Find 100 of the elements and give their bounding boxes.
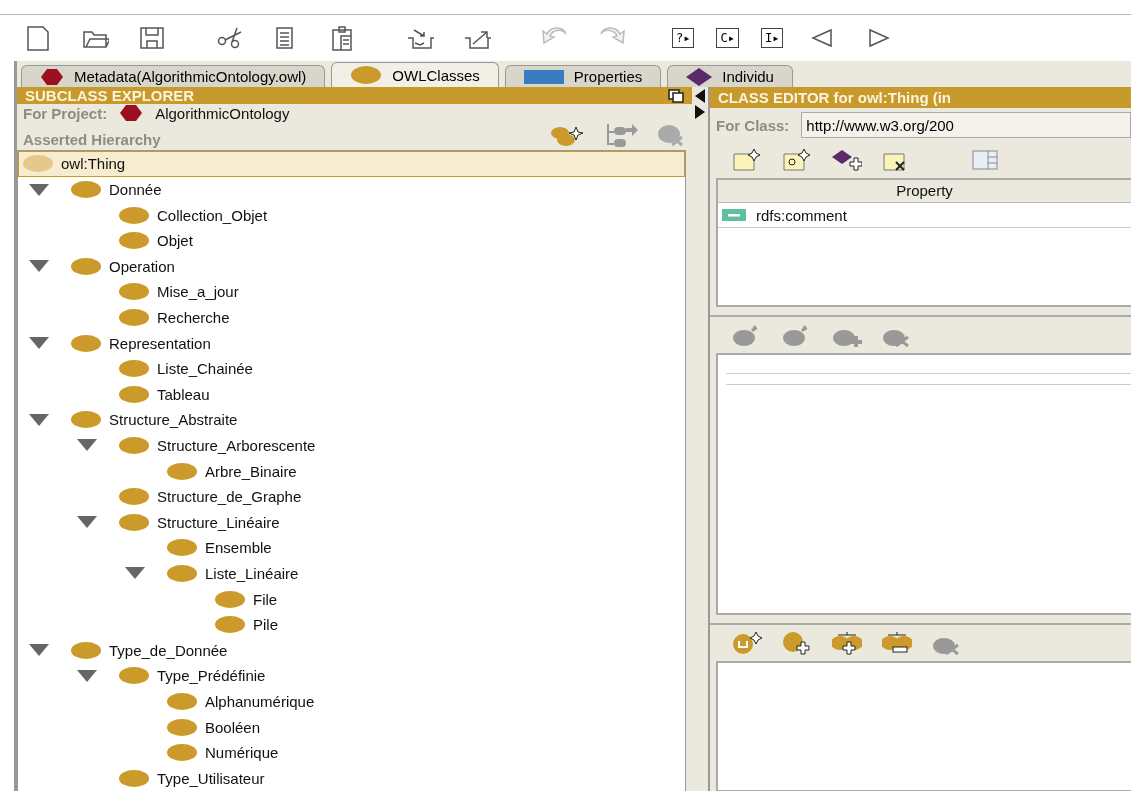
diamond-icon — [686, 67, 713, 86]
tree-row[interactable]: Collection_Objet — [18, 202, 685, 228]
class-name: Pile — [253, 616, 278, 634]
table-cell: rdfs:comment — [756, 206, 847, 224]
tree-row[interactable]: File — [18, 586, 685, 612]
tree-row[interactable]: Operation — [18, 253, 685, 280]
expanded-triangle-icon[interactable] — [125, 567, 145, 580]
tree-row[interactable]: owl:Thing — [18, 151, 685, 177]
class-icon — [215, 616, 245, 634]
tree-row[interactable]: Type_Prédéfinie — [18, 663, 685, 689]
tree-row[interactable]: Numérique — [18, 739, 685, 766]
expanded-triangle-icon[interactable] — [29, 260, 49, 273]
class-icon — [71, 181, 101, 199]
class-name: Recherche — [157, 309, 230, 326]
class-name: Liste_Chainée — [157, 360, 253, 378]
class-name: Donnée — [109, 181, 162, 199]
add-property-icon[interactable] — [832, 148, 862, 172]
tree-row[interactable]: Booléen — [18, 714, 685, 740]
class-name: Ensemble — [205, 539, 272, 557]
tree-row[interactable]: Objet — [18, 227, 685, 254]
panel-title: SUBCLASS EXPLORER — [25, 87, 195, 104]
add-class-icon[interactable] — [782, 631, 812, 655]
add-note-icon[interactable] — [732, 148, 762, 172]
tree-row[interactable]: Arbre_Binaire — [18, 458, 685, 484]
class-name: Type_Utilisateur — [157, 769, 265, 787]
class-name: owl:Thing — [61, 155, 126, 173]
class-icon — [119, 385, 149, 403]
class-icon — [167, 744, 197, 762]
remove-union-icon[interactable] — [882, 631, 912, 655]
class-icon — [71, 257, 101, 275]
tree-row[interactable]: Alphanumérique — [18, 688, 685, 715]
class-icon — [119, 206, 149, 224]
class-label: For Class: — [716, 116, 790, 134]
circle-icon — [350, 65, 383, 85]
class-name: Arbre_Binaire — [205, 462, 297, 480]
tree-row[interactable]: Recherche — [18, 304, 685, 331]
tree-row[interactable]: Mise_a_jour — [18, 279, 685, 305]
class-icon — [119, 437, 149, 454]
annotation-property-icon — [722, 209, 746, 221]
expanded-triangle-icon[interactable] — [77, 516, 97, 529]
toolbar-button[interactable]: ?▸ — [672, 28, 695, 48]
class-name: Type_de_Donnée — [109, 641, 228, 659]
expanded-triangle-icon[interactable] — [77, 439, 97, 452]
tree-row[interactable]: Pile — [18, 611, 685, 638]
save-icon[interactable] — [138, 24, 166, 52]
tree-row[interactable]: Liste_Chainée — [18, 355, 685, 382]
class-name: Objet — [157, 232, 193, 250]
class-name: Structure_Abstraite — [109, 411, 238, 429]
expanded-triangle-icon[interactable] — [77, 669, 97, 682]
expanded-triangle-icon[interactable] — [29, 644, 49, 657]
tab[interactable]: Properties — [504, 65, 662, 87]
tree-row[interactable]: Structure_Arborescente — [18, 432, 685, 459]
add-union-icon[interactable] — [832, 631, 862, 655]
toolbar-button[interactable]: C▸ — [716, 28, 739, 48]
class-name: Structure_Arborescente — [157, 437, 316, 454]
create-class-icon[interactable] — [732, 631, 762, 655]
tree-row[interactable]: Structure_Abstraite — [18, 407, 685, 433]
panel-title: CLASS EDITOR for owl:Thing (in — [718, 89, 952, 106]
new-file-icon[interactable] — [24, 24, 52, 52]
tab[interactable]: Individu — [667, 65, 793, 87]
rectangle-icon — [523, 69, 564, 84]
class-name: Collection_Objet — [157, 206, 268, 224]
class-name: Operation — [109, 257, 175, 275]
expand-right-icon[interactable] — [695, 105, 705, 119]
class-icon — [119, 513, 149, 531]
class-name: Alphanumérique — [205, 692, 315, 710]
hierarchy-label: Asserted Hierarchy — [23, 131, 161, 149]
collapse-left-icon[interactable] — [695, 89, 705, 103]
expanded-triangle-icon[interactable] — [29, 413, 49, 426]
column-header[interactable]: Property — [718, 180, 1131, 203]
class-name: Mise_a_jour — [157, 283, 239, 301]
restore-window-icon[interactable] — [668, 88, 684, 103]
tree-row[interactable]: Structure_Linéaire — [18, 509, 685, 536]
class-icon — [119, 360, 149, 378]
tab[interactable]: OWLClasses — [331, 62, 499, 87]
tree-row[interactable]: Structure_de_Graphe — [18, 483, 685, 510]
class-icon — [167, 462, 197, 480]
expanded-triangle-icon[interactable] — [29, 183, 49, 196]
class-icon — [119, 283, 149, 301]
class-icon — [119, 667, 149, 685]
class-name: Structure_de_Graphe — [157, 488, 302, 506]
class-name: Type_Prédéfinie — [157, 667, 266, 685]
tree-row[interactable]: Representation — [18, 330, 685, 356]
class-icon — [71, 641, 101, 659]
expanded-triangle-icon[interactable] — [29, 337, 49, 350]
tree-row[interactable]: Type_Utilisateur — [18, 765, 685, 791]
class-icon — [23, 155, 53, 173]
project-name: AlgorithmicOntology — [155, 104, 290, 122]
tab[interactable]: Metadata(AlgorithmicOntology.owl) — [21, 65, 326, 87]
toolbar-button[interactable]: I▸ — [760, 28, 784, 48]
class-icon — [71, 334, 101, 352]
tree-row[interactable]: Type_de_Donnée — [18, 637, 685, 664]
tree-row[interactable]: Donnée — [18, 176, 685, 203]
class-name: Numérique — [205, 744, 279, 762]
tree-row[interactable]: Liste_Linéaire — [18, 560, 685, 587]
tree-row[interactable]: Tableau — [18, 381, 685, 408]
add-note-icon[interactable] — [782, 148, 812, 172]
tree-row[interactable]: Ensemble — [18, 535, 685, 561]
class-uri-field[interactable]: http://www.w3.org/200 — [801, 112, 1131, 138]
class-name: Representation — [109, 334, 211, 352]
